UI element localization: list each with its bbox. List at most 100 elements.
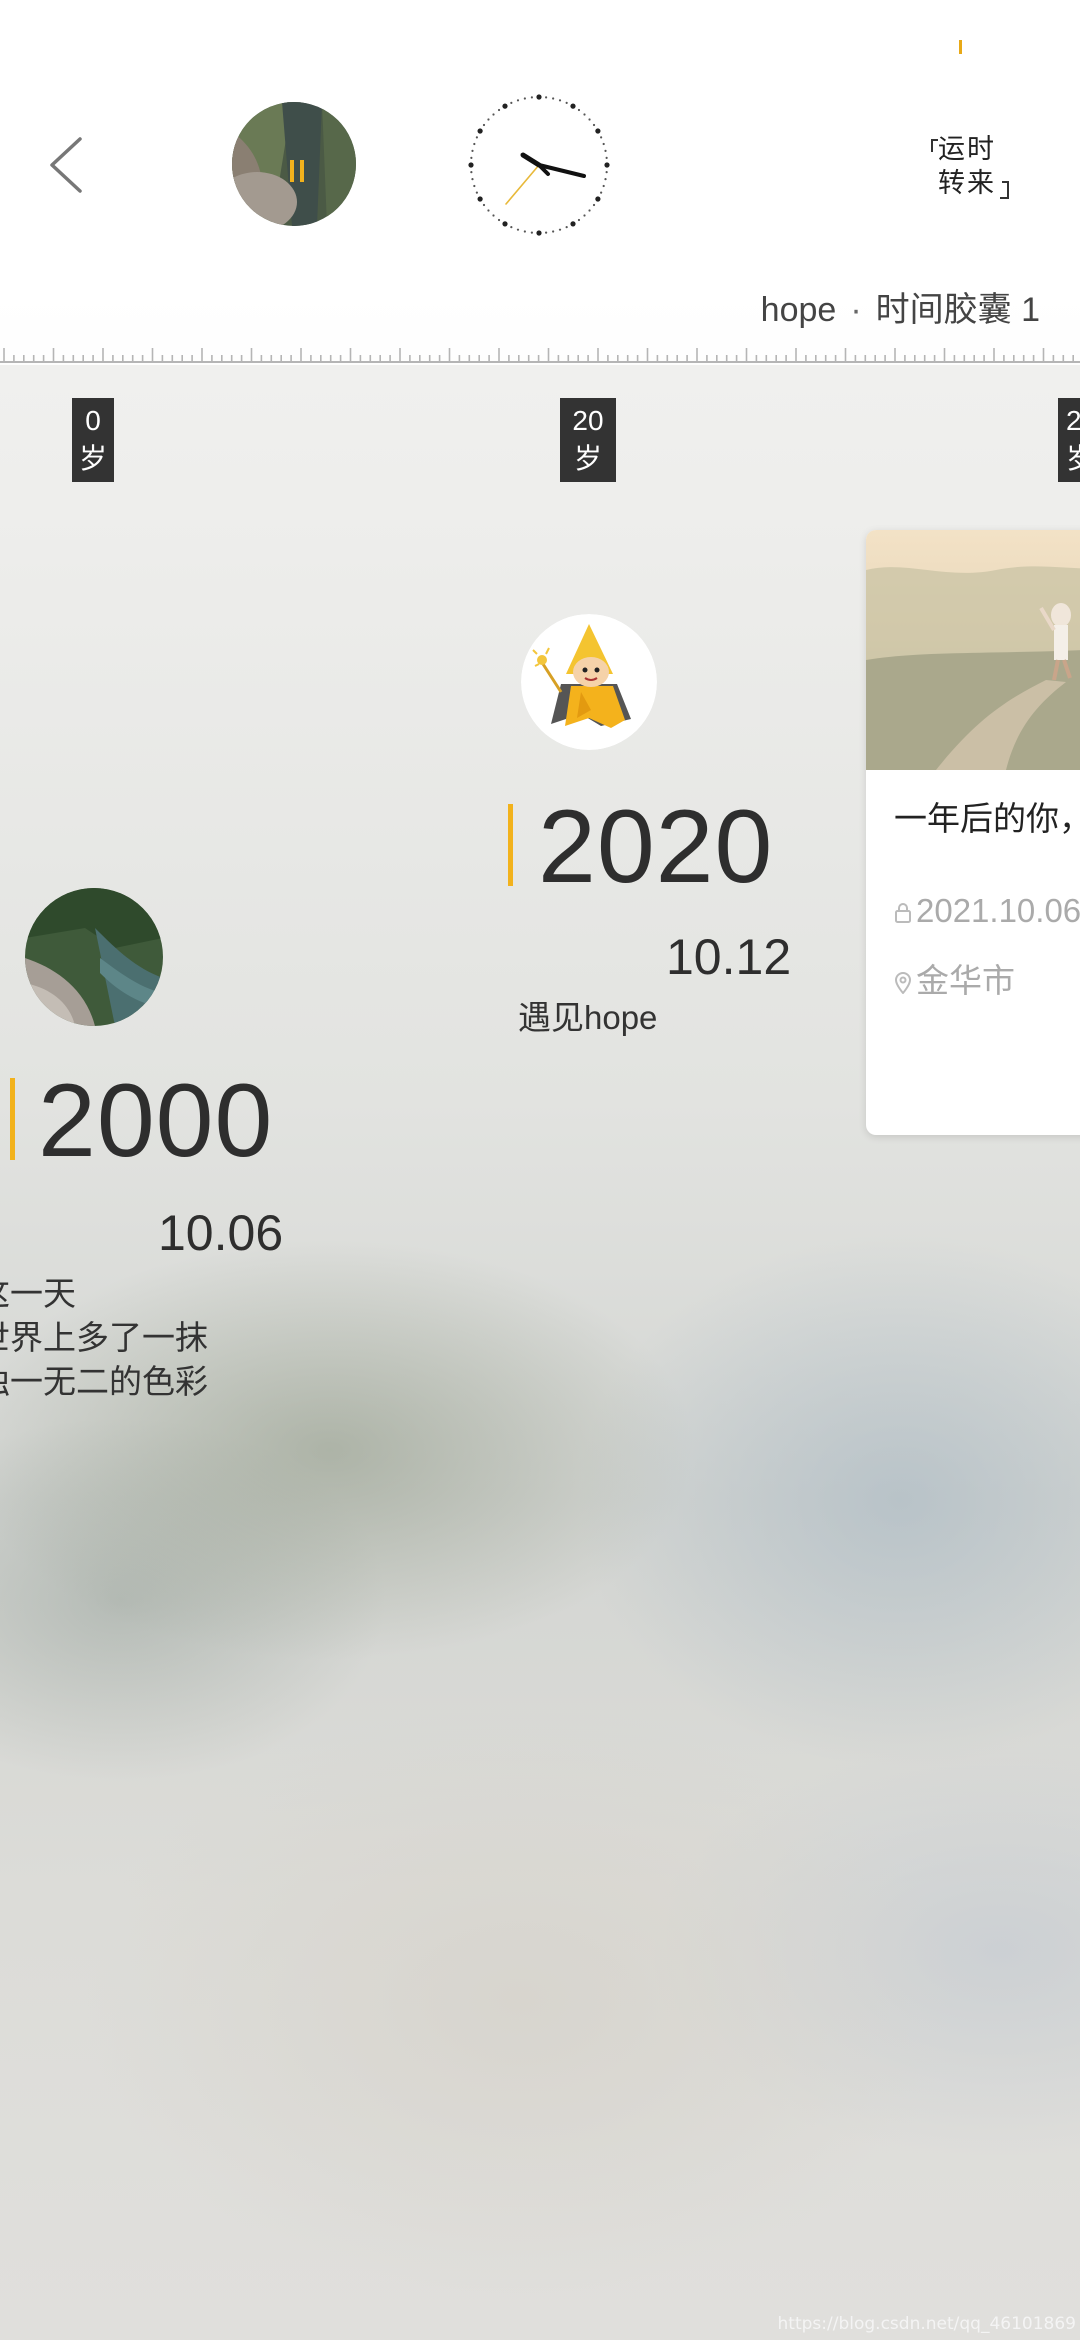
clock-second-hand <box>505 164 540 205</box>
caption-separator: · <box>850 291 862 329</box>
clock-minute-dot <box>558 228 562 231</box>
clock-minute-dot <box>604 178 607 181</box>
clock-hour-dot <box>604 162 610 168</box>
seal-logo-button[interactable]: 运时 转来 <box>928 126 1012 206</box>
clock-minute-dot <box>545 231 548 234</box>
clock-minute-dot <box>602 142 605 146</box>
entry-2000-accent-bar <box>10 1078 15 1160</box>
clock-minute-dot <box>602 184 605 188</box>
clock-minute-dot <box>588 118 591 121</box>
age-unit: 岁 <box>573 443 602 474</box>
entry-2020-date: 10.12 <box>666 929 792 985</box>
age-number: 20 <box>572 405 604 436</box>
clock-minute-dot <box>565 226 568 229</box>
clock-hour-dot <box>477 196 483 202</box>
watermark: https://blog.csdn.net/qq_46101869 <box>777 2314 1076 2334</box>
back-chevron-icon <box>50 137 82 193</box>
clock-minute-dot <box>565 101 568 104</box>
clock-minute-dot <box>510 226 513 229</box>
clock-hour-dot <box>536 94 542 100</box>
clock-minute-dot <box>471 149 474 152</box>
entry-2000-avatar[interactable] <box>25 888 163 1026</box>
clock-minute-dot <box>600 136 603 139</box>
clock-minute-dot <box>487 118 490 121</box>
clock-minute-dot <box>545 96 548 99</box>
clock-minute-dot <box>583 113 586 116</box>
clock-minute-dot <box>475 136 478 139</box>
clock-minute-dot <box>552 97 555 100</box>
age-unit: 岁 <box>1066 440 1080 478</box>
clock-hour-dot <box>570 221 576 227</box>
capsule-caption: hope · 时间胶囊 1 <box>761 282 1040 331</box>
cartoon-character-image <box>521 614 657 750</box>
age-marker-20: 20 岁 <box>560 398 616 482</box>
clock-minute-dot <box>592 203 596 207</box>
clock-hour-dot <box>468 162 474 168</box>
age-marker-0: 0 岁 <box>72 398 114 482</box>
clock-minute-dot <box>592 123 596 127</box>
clock-minute-dot <box>473 184 476 188</box>
clock-minute-dot <box>471 178 474 181</box>
entry-2020-accent-bar <box>508 804 513 886</box>
header: 运时 转来 hope · 时间胶囊 1 <box>0 0 1080 365</box>
clock-minute-dot <box>482 203 486 207</box>
entry-2000-description: 这一天 世界上多了一抹 独一无二的色彩 <box>0 1272 208 1404</box>
clock-minute-dot <box>530 231 533 234</box>
clock-hour-dot <box>477 128 483 134</box>
card-message: 一年后的你， <box>894 800 1080 837</box>
time-capsule-card[interactable]: 一年后的你， 2021.10.06 金华市 <box>866 530 1080 1135</box>
music-cover-button[interactable] <box>232 102 356 226</box>
waterfall-thumbnail <box>232 102 356 226</box>
clock-minute-dot <box>470 156 473 159</box>
clock-minute-dot <box>510 101 513 104</box>
clock-minute-dot <box>600 191 603 194</box>
clock-minute-dot <box>605 171 608 174</box>
lock-icon <box>895 903 911 924</box>
clock-hour-dot <box>595 128 601 134</box>
entry-2020-avatar[interactable] <box>521 614 657 750</box>
clock-minute-dot <box>492 214 495 217</box>
card-location: 金华市 <box>894 954 1015 1002</box>
clock-minute-dot <box>487 209 490 212</box>
clock-minute-dot <box>497 108 501 112</box>
description-line-3: 独一无二的色彩 <box>0 1363 208 1400</box>
waterfall-photo <box>25 888 163 1026</box>
clock-button[interactable] <box>466 92 612 238</box>
seal-line-1: 运时 <box>938 134 996 164</box>
clock-minute-dot <box>530 96 533 99</box>
clock-minute-dot <box>605 156 608 159</box>
clock-icon <box>468 94 610 236</box>
clock-minute-dot <box>558 99 562 102</box>
clock-minute-dot <box>588 209 591 212</box>
age-number: 0 <box>85 405 101 436</box>
age-unit: 岁 <box>78 443 107 474</box>
entry-2000-date: 10.06 <box>158 1205 284 1261</box>
caption-capsule: 时间胶囊 1 <box>875 291 1040 329</box>
clock-hour-dot <box>570 103 576 109</box>
clock-hour-dot <box>502 103 508 109</box>
clock-minute-dot <box>516 228 520 231</box>
location-pin-icon <box>894 972 912 995</box>
clock-minute-dot <box>523 97 526 100</box>
clock-hour-hand <box>520 152 542 168</box>
clock-minute-dot <box>516 99 520 102</box>
clock-hour-dot <box>536 230 542 236</box>
clock-hour-dot <box>595 196 601 202</box>
clock-hour-dot <box>502 221 508 227</box>
clock-minute-dot <box>577 218 581 222</box>
clock-minute-dot <box>523 230 526 233</box>
timeline-ruler[interactable] <box>0 340 1080 365</box>
accent-tick <box>959 40 962 54</box>
clock-minute-dot <box>552 230 555 233</box>
clock-minute-dot <box>475 191 478 194</box>
clock-minute-dot <box>492 113 495 116</box>
clock-minute-dot <box>473 142 476 146</box>
entry-2000-year: 2000 <box>38 1063 274 1179</box>
clock-minute-dot <box>604 149 607 152</box>
description-line-2: 世界上多了一抹 <box>0 1319 208 1356</box>
clock-minute-dot <box>470 171 473 174</box>
entry-2020-year: 2020 <box>538 789 774 905</box>
card-photo <box>866 530 1080 770</box>
back-button[interactable] <box>40 125 100 205</box>
clock-minute-dot <box>577 108 581 112</box>
